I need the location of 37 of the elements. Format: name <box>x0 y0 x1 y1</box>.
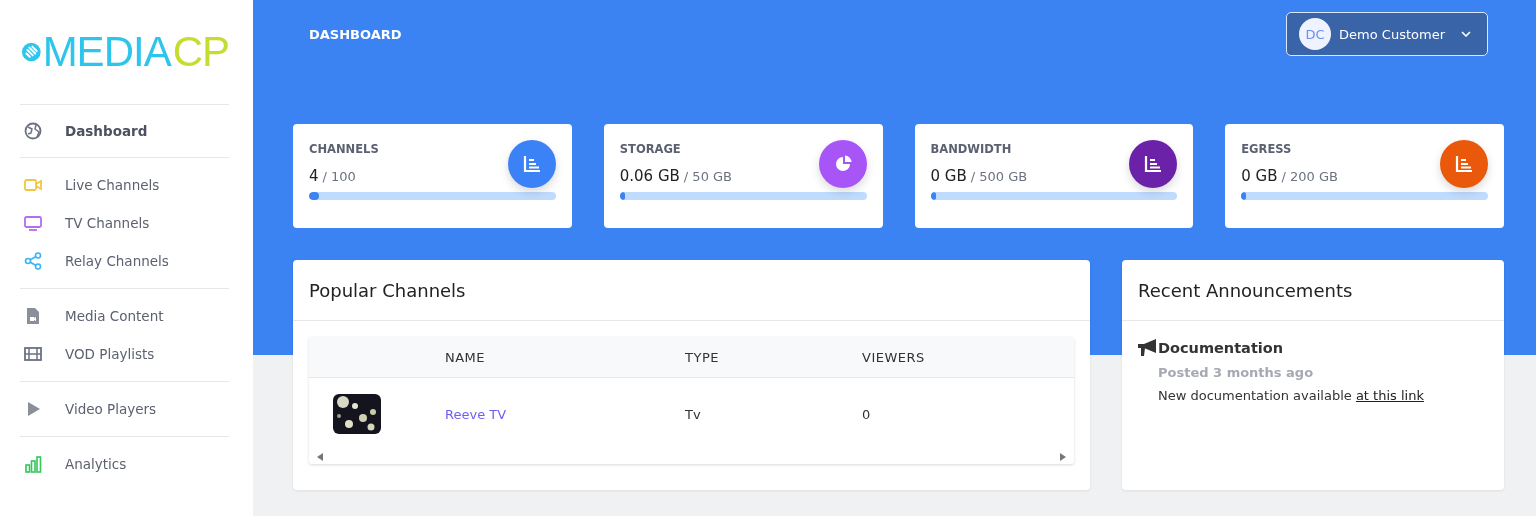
stat-total: / 50 GB <box>683 169 733 184</box>
stat-value: 0 GB <box>1241 167 1278 185</box>
logo-text: MEDIA <box>42 31 171 73</box>
table-cell-text: Tv <box>685 406 702 422</box>
stat-label: EGRESS <box>1241 142 1293 156</box>
table-cell-text: 0 <box>862 406 872 422</box>
avatar: DC <box>1299 18 1332 50</box>
announcement-title: Documentation <box>1158 340 1284 356</box>
panel-title: Popular Channels <box>309 279 466 301</box>
sidebar-item[interactable]: Analytics <box>20 445 229 483</box>
stat-value: 0.06 GB <box>619 167 680 185</box>
column-header: VIEWERS <box>862 349 926 365</box>
stat-total: / 100 <box>322 169 356 184</box>
sidebar-item[interactable]: Video Players <box>20 390 229 428</box>
channel-link[interactable]: Reeve TV <box>445 406 685 422</box>
page-title: DASHBOARD <box>309 26 402 42</box>
stat-total: / 200 GB <box>1281 169 1338 184</box>
stat-label: STORAGE <box>619 142 682 156</box>
stat-label: BANDWIDTH <box>930 142 1013 156</box>
link[interactable]: at this link <box>1355 388 1424 403</box>
sidebar-item[interactable]: VOD Playlists <box>20 335 229 373</box>
sidebar-item[interactable]: Live Channels <box>20 166 229 204</box>
stat-label: CHANNELS <box>309 142 379 156</box>
column-header: TYPE <box>685 349 720 365</box>
announcement-text: New documentation available at this link <box>1158 388 1425 403</box>
sidebar-item[interactable]: TV Channels <box>20 204 229 242</box>
sidebar-item[interactable]: Media Content <box>20 297 229 335</box>
panel-title: Recent Announcements <box>1138 279 1353 301</box>
stat-value: 0 GB <box>930 167 967 185</box>
logo-text: CP <box>172 31 229 73</box>
sidebar-item[interactable]: Relay Channels <box>20 242 229 280</box>
sidebar-item[interactable]: Dashboard <box>20 113 229 149</box>
stat-total: / 500 GB <box>970 169 1028 184</box>
stat-value: 4 <box>309 167 319 185</box>
column-header: NAME <box>445 349 487 365</box>
posted-date: Posted 3 months ago <box>1158 365 1315 380</box>
user-menu-button[interactable]: DC Demo Customer <box>1286 12 1488 56</box>
